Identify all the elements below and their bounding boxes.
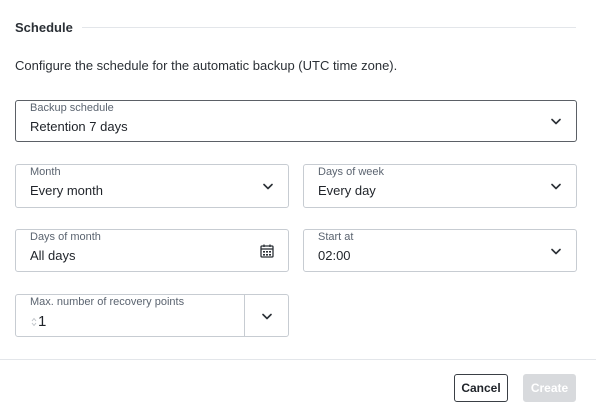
month-select[interactable]: Month Every month [15, 164, 289, 208]
days-of-week-select[interactable]: Days of week Every day [303, 164, 577, 208]
chevron-down-icon [551, 183, 561, 190]
cancel-button[interactable]: Cancel [454, 374, 508, 402]
days-of-month-value: All days [30, 248, 76, 263]
section-description: Configure the schedule for the automatic… [15, 58, 398, 73]
start-at-value: 02:00 [318, 248, 351, 263]
create-button[interactable]: Create [523, 374, 576, 402]
month-value: Every month [30, 183, 103, 198]
section-header: Schedule [15, 17, 576, 37]
recovery-points-input[interactable]: 1 [38, 313, 46, 330]
chevron-down-icon [263, 183, 273, 190]
days-of-month-label: Days of month [30, 231, 101, 243]
month-label: Month [30, 166, 61, 178]
recovery-points-combobox[interactable]: Max. number of recovery points 1 [15, 294, 289, 337]
chevron-down-icon [262, 313, 272, 319]
days-of-week-label: Days of week [318, 166, 385, 178]
chevron-down-icon [551, 248, 561, 254]
section-divider [81, 26, 576, 28]
days-of-week-value: Every day [318, 183, 376, 198]
calendar-icon[interactable] [260, 244, 274, 258]
section-title: Schedule [15, 19, 73, 35]
backup-schedule-select[interactable]: Backup schedule Retention 7 days [15, 100, 577, 142]
recovery-points-label: Max. number of recovery points [30, 296, 185, 308]
dialog-footer: Cancel Create [0, 359, 596, 413]
chevron-down-icon [551, 118, 561, 125]
days-of-month-picker[interactable]: Days of month All days [15, 229, 289, 272]
recovery-points-dropdown-toggle[interactable] [244, 295, 288, 336]
backup-schedule-value: Retention 7 days [30, 119, 128, 134]
spinner-arrows-icon[interactable] [31, 317, 37, 327]
start-at-label: Start at [318, 231, 354, 243]
backup-schedule-label: Backup schedule [30, 102, 114, 114]
start-at-select[interactable]: Start at 02:00 [303, 229, 577, 272]
schedule-dialog: Schedule Configure the schedule for the … [0, 0, 596, 413]
